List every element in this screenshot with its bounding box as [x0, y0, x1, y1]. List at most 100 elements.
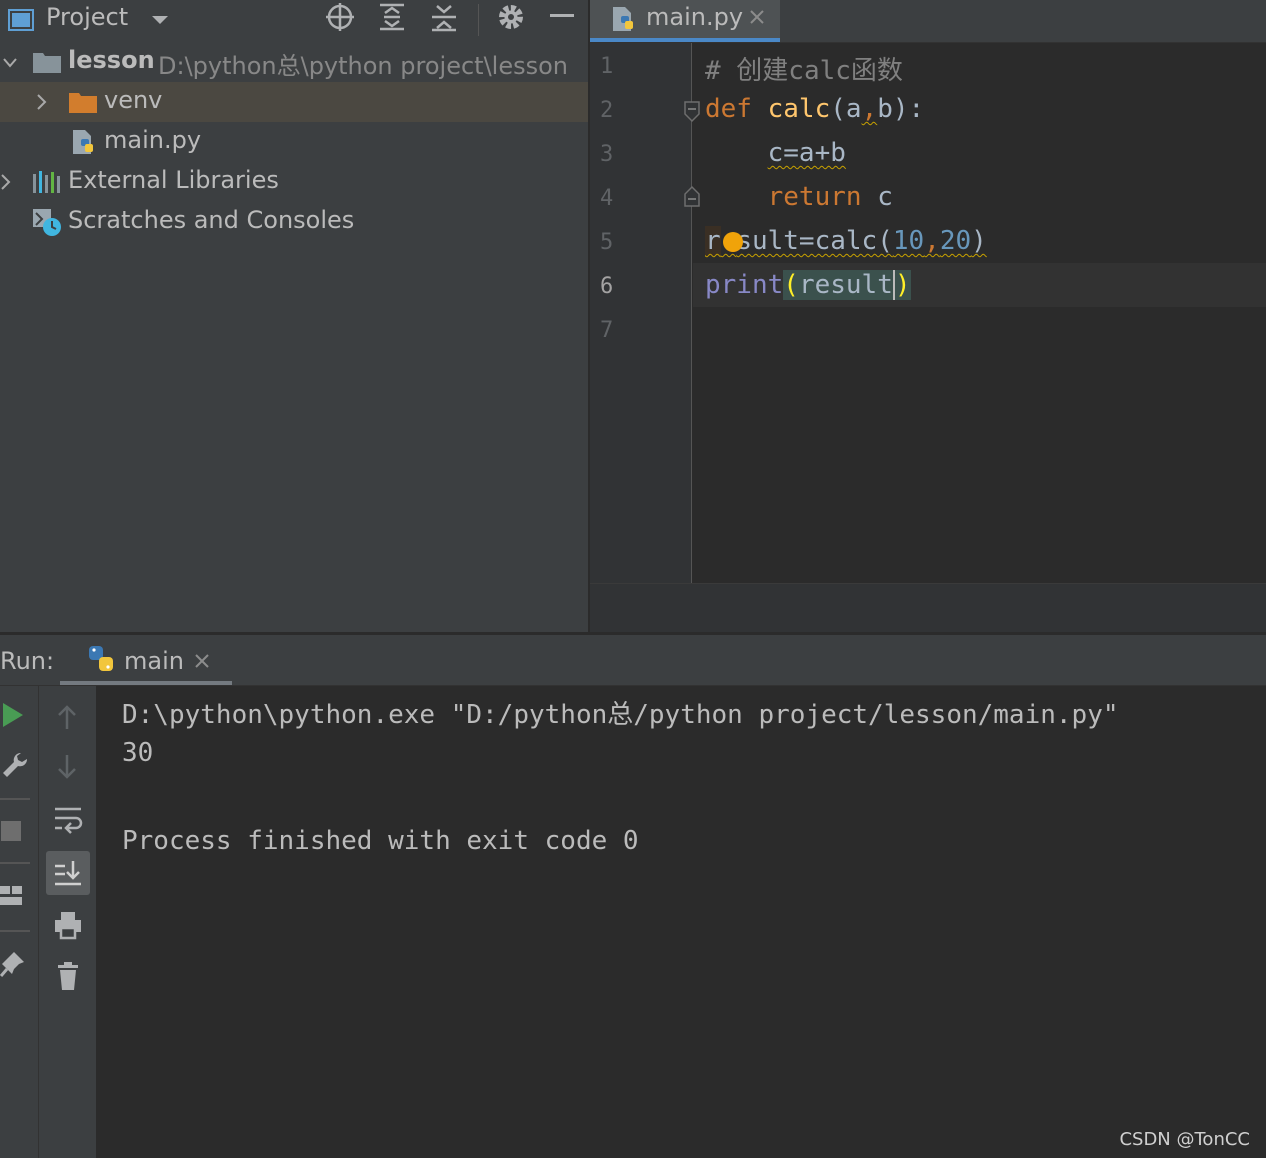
bulb-icon[interactable] [722, 232, 743, 252]
editor-gutter[interactable] [590, 43, 692, 583]
folder-icon [68, 90, 98, 118]
function-name: calc [767, 94, 831, 124]
chevron-right-icon[interactable] [34, 92, 50, 117]
paren: ) [892, 270, 911, 300]
watermark: CSDN @TonCC [1119, 1129, 1250, 1150]
keyword: return [767, 182, 862, 212]
code-text: b): [877, 94, 925, 124]
chevron-down-icon[interactable] [150, 10, 170, 34]
fold-marker-icon[interactable] [683, 100, 701, 128]
folder-icon [32, 50, 62, 78]
tree-label: lesson [68, 46, 155, 74]
run-tab-label[interactable]: main [124, 647, 184, 675]
pin-icon[interactable] [0, 950, 26, 978]
comma: , [924, 226, 940, 256]
keyword: def [705, 94, 752, 124]
code-line-3: c=a+b [705, 138, 846, 168]
collapse-all-icon[interactable] [430, 2, 458, 36]
stop-icon[interactable] [0, 820, 22, 842]
paren: ) [971, 226, 987, 256]
tree-item-scratches[interactable]: Scratches and Consoles [0, 202, 588, 242]
scratches-icon [32, 208, 64, 242]
code-line-5: r sult=calc(10,20) [705, 226, 987, 256]
run-icon[interactable] [0, 700, 26, 730]
divider [0, 798, 30, 800]
code-text: c [861, 182, 893, 212]
tab-label: main.py [646, 3, 744, 31]
close-icon[interactable] [748, 8, 766, 30]
tab-main-py[interactable]: main.py [590, 0, 780, 42]
gear-icon[interactable] [496, 2, 526, 36]
active-tab-indicator [590, 38, 780, 42]
tree-item-lesson[interactable]: lesson D:\python总\python project\lesson [0, 42, 588, 82]
run-label: Run: [0, 647, 55, 675]
code-line-6: print(result) [705, 270, 911, 300]
code-text: result [798, 270, 893, 300]
line-number: 4 [600, 186, 614, 211]
python-file-icon [610, 5, 638, 37]
number: 10 [892, 226, 925, 256]
active-run-tab-indicator [60, 681, 232, 685]
code-line-1: # 创建calc函数 [705, 50, 903, 87]
console-line: D:\python\python.exe "D:/python总/python … [122, 700, 1119, 730]
tree-item-external-libraries[interactable]: External Libraries [0, 162, 588, 202]
close-icon[interactable] [193, 652, 211, 674]
soft-wrap-icon[interactable] [53, 804, 83, 834]
project-panel-header: Project [0, 0, 588, 43]
param: a [845, 94, 862, 124]
paren: ( [783, 270, 799, 300]
line-number: 5 [600, 230, 614, 255]
python-file-icon [70, 128, 98, 160]
divider [0, 930, 30, 932]
tree-path: D:\python总\python project\lesson [158, 52, 568, 80]
comma: , [861, 94, 878, 124]
code-line-4: return c [705, 182, 893, 212]
paren: ( [830, 94, 846, 124]
fold-end-icon[interactable] [683, 184, 701, 212]
print-icon[interactable] [53, 910, 83, 940]
minimize-icon[interactable] [550, 14, 574, 17]
tree-item-main-py[interactable]: main.py [0, 122, 588, 162]
project-view-icon[interactable] [8, 8, 34, 32]
expand-all-icon[interactable] [378, 2, 406, 36]
divider [0, 862, 30, 864]
scroll-to-end-icon[interactable] [46, 851, 90, 895]
code-text: sult=calc(10,20) [721, 226, 987, 256]
code-text: r [705, 226, 721, 256]
number: 20 [939, 226, 972, 256]
run-toolbar-secondary [39, 686, 96, 1158]
line-number: 2 [600, 98, 614, 123]
editor-footer [590, 583, 1266, 633]
code-text: r [705, 226, 721, 256]
wrench-icon[interactable] [0, 750, 28, 780]
line-number: 6 [600, 274, 614, 299]
project-panel-title[interactable]: Project [46, 3, 128, 31]
chevron-down-icon[interactable] [2, 52, 18, 77]
code-editor[interactable] [693, 43, 1266, 583]
tree-label: External Libraries [68, 166, 279, 194]
comment: # 创建calc函数 [705, 56, 903, 86]
divider [478, 4, 479, 36]
locate-icon[interactable] [325, 2, 355, 36]
trash-icon[interactable] [53, 960, 83, 992]
code-text: sult=calc( [736, 226, 893, 256]
tree-item-venv[interactable]: venv [0, 82, 588, 122]
python-icon [86, 644, 116, 678]
project-tree: lesson D:\python总\python project\lesson … [0, 42, 588, 632]
run-toolbar-primary [0, 686, 39, 1158]
code-line-2: def calc(a,b): [705, 94, 924, 124]
run-panel-header: Run: main [0, 635, 1266, 686]
arrow-up-icon[interactable] [55, 702, 79, 732]
builtin: print [705, 270, 784, 300]
arrow-down-icon[interactable] [55, 752, 79, 782]
console-line: 30 [122, 738, 154, 768]
line-number: 7 [600, 318, 614, 343]
library-icon [32, 170, 62, 198]
line-number: 1 [600, 54, 614, 79]
chevron-right-icon[interactable] [0, 172, 12, 197]
tree-label: Scratches and Consoles [68, 206, 355, 234]
layout-icon[interactable] [0, 884, 24, 908]
console-output[interactable] [96, 686, 1266, 1158]
console-line: Process finished with exit code 0 [122, 826, 639, 856]
code-text: c=a+b [767, 138, 846, 168]
